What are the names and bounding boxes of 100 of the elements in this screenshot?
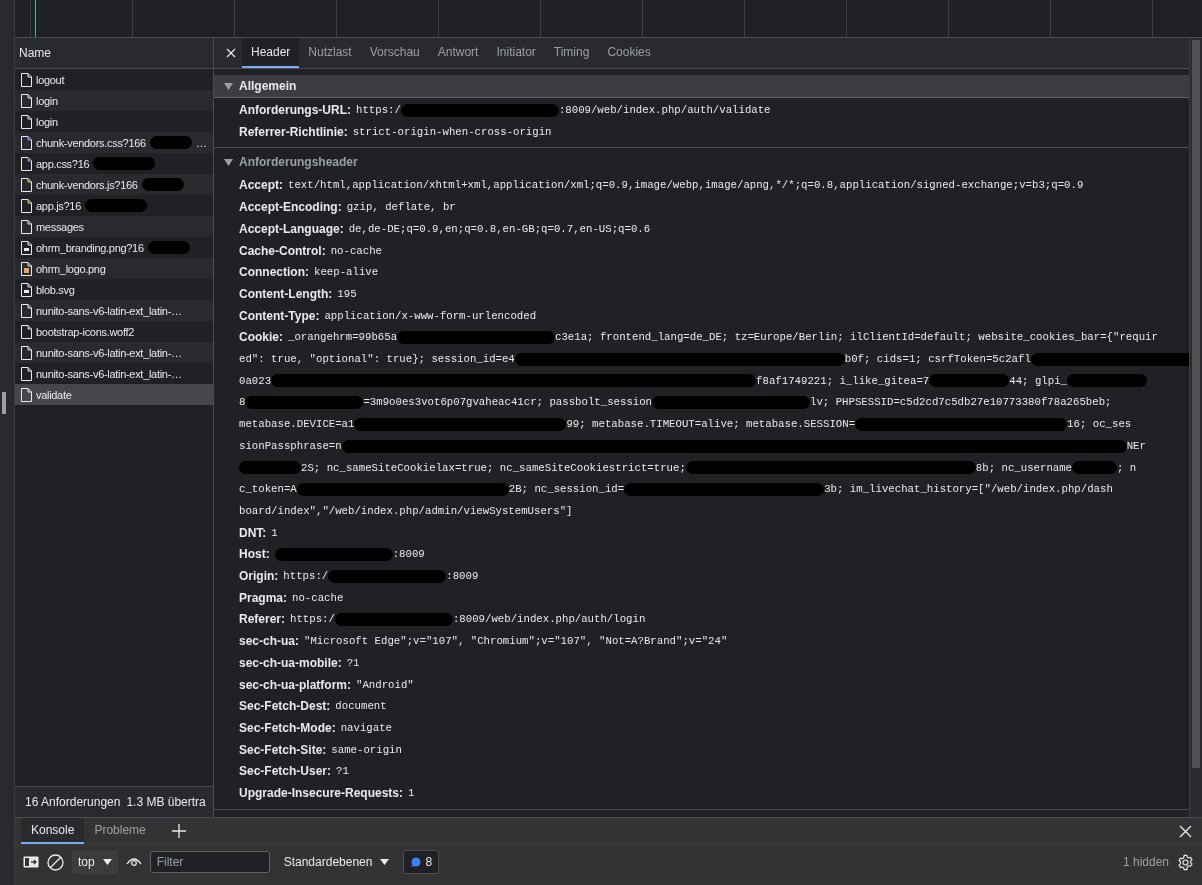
- clear-icon[interactable]: [47, 853, 64, 871]
- file-name: nunito-sans-v6-latin-ext_latin-…: [36, 346, 182, 359]
- section-header[interactable]: Anforderungsheader: [214, 151, 1189, 174]
- triangle-icon: [224, 82, 233, 90]
- file-icon: [21, 156, 32, 171]
- request-row[interactable]: login: [15, 90, 213, 111]
- drawer-tab[interactable]: Konsole: [21, 818, 85, 844]
- file-icon: [21, 240, 32, 255]
- resize-handle[interactable]: [2, 392, 6, 414]
- header-name: Content-Length:: [239, 286, 333, 301]
- file-icon: [21, 93, 32, 108]
- file-icon: [21, 324, 32, 339]
- redaction-bar: [85, 199, 147, 212]
- redaction-bar: [1072, 461, 1118, 475]
- header-value: sionPassphrase=n: [239, 439, 342, 452]
- request-row[interactable]: ohrm_logo.png: [15, 258, 213, 279]
- filter-field[interactable]: Filter: [149, 851, 270, 873]
- header-value: metabase.DEVICE=a1: [239, 418, 355, 431]
- header-value: :8009: [392, 548, 425, 561]
- tab[interactable]: Vorschau: [360, 38, 429, 68]
- section-header[interactable]: Allgemein: [214, 75, 1189, 98]
- request-row[interactable]: app.js?16: [15, 195, 213, 216]
- redaction-bar: [147, 241, 190, 254]
- header-name: Cookie:: [239, 330, 283, 345]
- request-row[interactable]: nunito-sans-v6-latin-ext_latin-…: [15, 300, 213, 321]
- tab[interactable]: Timing: [544, 38, 599, 68]
- header-value: 1: [271, 526, 278, 539]
- header-name: DNT:: [239, 525, 267, 540]
- eye-icon[interactable]: [125, 857, 142, 867]
- tab[interactable]: Antwort: [428, 38, 488, 68]
- header-name: Sec-Fetch-Site:: [239, 742, 327, 757]
- header-value: board/index","/web/index.php/admin/viewSystemUsers"]: [239, 504, 573, 517]
- header-name: Referrer-Richtlinie:: [239, 124, 348, 139]
- summary-text: 16 Anforderungen: [25, 795, 121, 809]
- hidden-count: 1 hidden: [1122, 855, 1169, 869]
- header-name: Pragma:: [239, 590, 288, 605]
- redaction-bar: [239, 461, 301, 475]
- drawer-tab[interactable]: Probleme: [84, 818, 156, 844]
- header-name: Sec-Fetch-Dest:: [239, 699, 331, 714]
- summary-text: 1.3 MB übertra: [126, 795, 206, 809]
- file-name: blob.svg: [36, 283, 75, 296]
- file-name: ohrm_logo.png: [36, 262, 106, 275]
- message-count-badge[interactable]: 8: [403, 850, 440, 874]
- file-icon: [21, 387, 32, 402]
- caret-icon: [102, 859, 112, 865]
- context-dropdown[interactable]: top: [72, 850, 118, 874]
- header-value: c3e1a; frontend_lang=de_DE; tz=Europe/Berlin; ilClientId=default; website_cookies_bar={"requir: [555, 331, 1158, 344]
- file-icon: [21, 282, 32, 297]
- header-value: ; n: [1117, 461, 1137, 474]
- header-name: Content-Type:: [239, 308, 320, 323]
- header-value: 0a023: [239, 374, 272, 387]
- request-row[interactable]: nunito-sans-v6-latin-ext_latin-…: [15, 363, 213, 384]
- header-name: Upgrade-Insecure-Requests:: [239, 786, 404, 801]
- header-name: Referer:: [239, 612, 286, 627]
- sidebar-toggle-icon[interactable]: [23, 856, 39, 868]
- header-value: https:/: [283, 570, 329, 583]
- request-row[interactable]: ohrm_branding.png?16: [15, 237, 213, 258]
- file-icon: [21, 261, 32, 276]
- header-value: https:/: [290, 613, 335, 626]
- file-name: nunito-sans-v6-latin-ext_latin-…: [36, 304, 182, 317]
- header-value: strict-origin-when-cross-origin: [352, 125, 552, 138]
- tab[interactable]: Initiator: [487, 38, 545, 68]
- file-icon: [21, 345, 32, 360]
- header-value: keep-alive: [314, 266, 379, 279]
- header-name: Sec-Fetch-Mode:: [239, 721, 336, 735]
- redaction-bar: [93, 157, 156, 170]
- header-value: "Android": [356, 678, 414, 691]
- header-value: _orangehrm=99b65a: [288, 331, 398, 344]
- header-name: Sec-Fetch-User:: [239, 764, 332, 779]
- request-row[interactable]: app.css?16: [15, 153, 213, 174]
- tab[interactable]: Cookies: [598, 38, 660, 68]
- header-value: application/x-www-form-urlencoded: [324, 309, 537, 322]
- header-value: https:/: [356, 104, 401, 116]
- file-name: bootstrap-icons.woff2: [36, 325, 135, 338]
- header-value: gzip, deflate, br: [346, 201, 456, 214]
- request-row[interactable]: chunk-vendors.css?166 …: [15, 132, 213, 153]
- request-row[interactable]: blob.svg: [15, 279, 213, 300]
- request-row[interactable]: login: [15, 111, 213, 132]
- request-row[interactable]: logout: [15, 69, 213, 90]
- file-icon: [21, 198, 32, 213]
- scrollbar-thumb[interactable]: [1192, 40, 1200, 768]
- header-name: Accept-Language:: [239, 221, 344, 236]
- header-value: =3m9o0es3vot6p07gvaheac41cr; passbolt_session: [363, 396, 653, 409]
- request-row[interactable]: chunk-vendors.js?166: [15, 174, 213, 195]
- request-row[interactable]: bootstrap-icons.woff2: [15, 321, 213, 342]
- tab[interactable]: Header: [242, 38, 300, 68]
- header-value: 1: [408, 787, 415, 800]
- header-value: ?1: [336, 765, 349, 778]
- file-icon: [21, 114, 32, 129]
- levels-dropdown[interactable]: Standardebenen: [277, 850, 396, 874]
- settings-icon[interactable]: [1177, 853, 1194, 871]
- header-value: NEr: [1126, 439, 1146, 452]
- tab[interactable]: Nutzlast: [299, 38, 361, 68]
- header-value: same-origin: [331, 743, 402, 756]
- request-row[interactable]: messages: [15, 216, 213, 237]
- request-row[interactable]: nunito-sans-v6-latin-ext_latin-…: [15, 342, 213, 363]
- file-name: app.js?16: [36, 199, 81, 212]
- column-header[interactable]: Name: [15, 38, 213, 69]
- file-icon: [21, 303, 32, 318]
- request-row[interactable]: validate: [15, 384, 213, 405]
